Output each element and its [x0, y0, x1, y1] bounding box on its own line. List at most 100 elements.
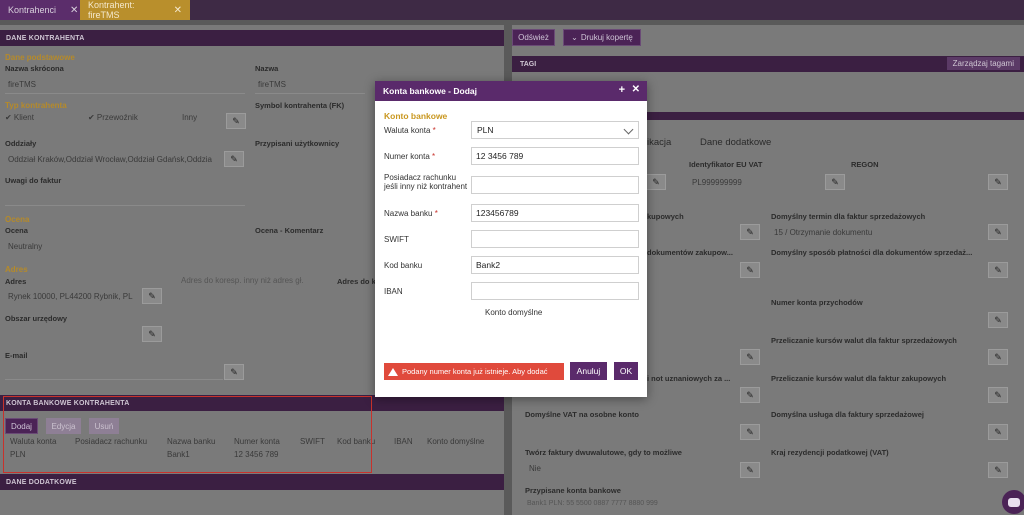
close-icon[interactable]: ✕	[632, 84, 640, 95]
edit-icon[interactable]: ✎	[226, 113, 246, 129]
group-konto-bankowe: Konto bankowe	[384, 111, 448, 121]
nazwa-banku-input[interactable]: 123456789	[471, 204, 639, 222]
typ-przewoznik-checkbox[interactable]: ✔ Przewoźnik	[88, 113, 138, 122]
oddzialy-label: Oddziały	[5, 139, 37, 148]
modal-title: Konta bankowe - Dodaj	[383, 86, 477, 96]
zarzadzaj-tagami-button[interactable]: Zarządzaj tagami	[946, 57, 1020, 70]
kod-banku-label: Kod banku	[384, 261, 423, 270]
ok-button[interactable]: OK	[614, 362, 638, 380]
col-header[interactable]: Konto domyślne	[427, 437, 484, 446]
section-dane-kontrahenta: DANE KONTRAHENTA	[0, 30, 504, 46]
edit-icon[interactable]: ✎	[142, 288, 162, 304]
usluga-label: Domyślna usługa dla faktury sprzedażowej	[771, 410, 924, 419]
nazwa-banku-label: Nazwa banku *	[384, 209, 438, 218]
edit-icon[interactable]: ✎	[988, 349, 1008, 365]
numer-label-text: Numer konta	[384, 152, 430, 161]
nazwa-skrocona-label: Nazwa skrócona	[5, 64, 64, 73]
konto-domyslne-label: Konto domyślne	[485, 308, 543, 317]
nazwa-skrocona-field[interactable]	[5, 76, 245, 94]
required-mark: *	[434, 209, 438, 218]
edit-icon[interactable]: ✎	[740, 349, 760, 365]
edit-icon[interactable]: ✎	[988, 462, 1008, 478]
numer-przychodow-label: Numer konta przychodów	[771, 298, 863, 307]
tab-kontrahenci[interactable]: Kontrahenci ✕	[0, 0, 80, 20]
edit-icon[interactable]: ✎	[988, 262, 1008, 278]
posiadacz-label: Posiadacz rachunku jeśli inny niż kontra…	[384, 173, 467, 191]
modal-header: Konta bankowe - Dodaj + ✕	[375, 81, 647, 101]
posiadacz-input[interactable]	[471, 176, 639, 194]
nieuznaniowych-label: i not uznaniowych za ...	[647, 374, 731, 383]
ocena-komentarz-label: Ocena - Komentarz	[255, 226, 324, 235]
warning-icon	[388, 367, 398, 376]
edit-icon[interactable]: ✎	[740, 262, 760, 278]
close-icon[interactable]: ✕	[174, 5, 182, 16]
kod-banku-input[interactable]: Bank2	[471, 256, 639, 274]
przeliczanie-zak-label: Przeliczanie kursów walut dla faktur zak…	[771, 374, 947, 383]
edit-icon[interactable]: ✎	[646, 174, 666, 190]
dwuwalutowe-label: Twórz faktury dwuwalutowe, gdy to możliw…	[525, 448, 682, 457]
waluta-label-text: Waluta konta	[384, 126, 431, 135]
section-dane-dodatkowe: DANE DODATKOWE	[0, 474, 504, 490]
tab-label: Kontrahenci	[8, 5, 57, 15]
edit-icon[interactable]: ✎	[740, 387, 760, 403]
edit-icon[interactable]: ✎	[988, 312, 1008, 328]
edit-icon[interactable]: ✎	[988, 387, 1008, 403]
edit-icon[interactable]: ✎	[988, 224, 1008, 240]
close-icon[interactable]: ✕	[70, 5, 78, 16]
edit-icon[interactable]: ✎	[142, 326, 162, 342]
ocena-value: Neutralny	[8, 242, 43, 251]
termin-value: 15 / Otrzymanie dokumentu	[774, 228, 873, 237]
waluta-value: PLN	[477, 125, 494, 135]
chat-icon[interactable]	[1002, 490, 1024, 514]
tags-label: TAGI	[520, 60, 537, 68]
anuluj-button[interactable]: Anuluj	[570, 362, 607, 380]
drukuj-koperte-button[interactable]: ⌄ Drukuj kopertę	[563, 29, 641, 46]
nazwa-banku-label-text: Nazwa banku	[384, 209, 433, 218]
typ-inny-checkbox[interactable]: Inny	[182, 113, 197, 122]
edit-icon[interactable]: ✎	[988, 174, 1008, 190]
posiadacz-label-line2: jeśli inny niż kontrahent	[384, 182, 468, 191]
symbol-label: Symbol kontrahenta (FK)	[255, 101, 345, 110]
swift-input[interactable]	[471, 230, 639, 248]
group-adres: Adres	[5, 265, 28, 274]
maximize-icon[interactable]: +	[619, 84, 625, 96]
odswiez-button[interactable]: Odśwież	[512, 29, 555, 46]
regon-label: REGON	[851, 160, 879, 169]
modal-konta-bankowe: Konta bankowe - Dodaj + ✕ Konto bankowe …	[375, 81, 647, 397]
tab-dane-dodatkowe[interactable]: Dane dodatkowe	[700, 137, 771, 148]
uwagi-field[interactable]	[5, 188, 245, 206]
drukuj-label: Drukuj kopertę	[580, 33, 633, 42]
adres-value: Rynek 10000, PL44200 Rybnik, PL	[8, 292, 133, 301]
eu-vat-label: Identyfikator EU VAT	[689, 160, 763, 169]
edit-icon[interactable]: ✎	[740, 462, 760, 478]
tab-kontrahent-firetms[interactable]: Kontrahent: fireTMS ✕	[80, 0, 190, 20]
chevron-down-icon	[623, 124, 634, 135]
posiadacz-label-line1: Posiadacz rachunku	[384, 173, 457, 182]
group-typ-kontrahenta: Typ kontrahenta	[5, 101, 67, 110]
vat-osobne-label: Domyślne VAT na osobne konto	[525, 410, 639, 419]
sposob-label: Domyślny sposób płatności dla dokumentów…	[771, 248, 973, 257]
required-mark: *	[432, 126, 436, 135]
konto-domyslne-checkbox[interactable]	[471, 307, 481, 317]
edit-icon[interactable]: ✎	[740, 424, 760, 440]
highlight-frame	[3, 396, 372, 473]
typ-klient-checkbox[interactable]: ✔ Klient	[5, 113, 34, 122]
numer-konta-input[interactable]: 12 3456 789	[471, 147, 639, 165]
edit-icon[interactable]: ✎	[825, 174, 845, 190]
oddzialy-value: Oddział Kraków,Oddział Wrocław,Oddział G…	[8, 155, 212, 164]
required-mark: *	[432, 152, 436, 161]
edit-icon[interactable]: ✎	[224, 364, 244, 380]
nazwa-label: Nazwa	[255, 64, 279, 73]
adres-koresp-input[interactable]: Adres do koresp. inny niż adres gł.	[181, 276, 304, 285]
waluta-select[interactable]: PLN	[471, 121, 639, 139]
iban-input[interactable]	[471, 282, 639, 300]
edit-icon[interactable]: ✎	[988, 424, 1008, 440]
edit-icon[interactable]: ✎	[224, 151, 244, 167]
tab-ikacja[interactable]: ikacja	[647, 137, 671, 148]
chevron-down-icon: ⌄	[571, 33, 578, 42]
email-field[interactable]	[5, 362, 223, 380]
tags-bar: TAGI Zarządzaj tagami	[512, 56, 1024, 72]
col-header[interactable]: IBAN	[394, 437, 413, 446]
tab-label: Kontrahent: fireTMS	[88, 0, 135, 20]
edit-icon[interactable]: ✎	[740, 224, 760, 240]
